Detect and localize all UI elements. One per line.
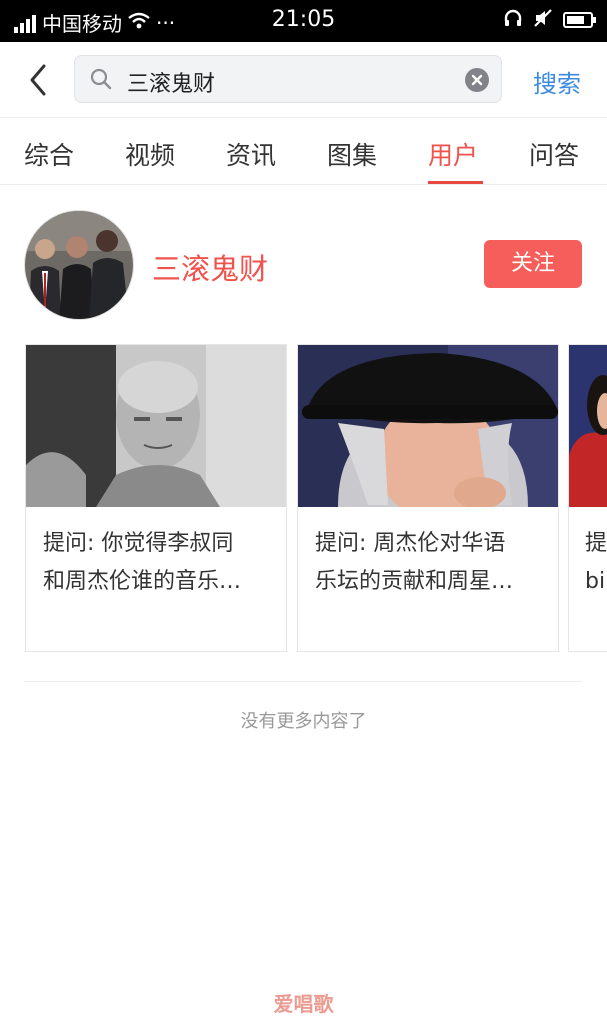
search-input[interactable]: 三滚鬼财 <box>74 55 502 103</box>
clear-icon[interactable] <box>465 68 489 92</box>
watermark: 爱唱歌 <box>273 992 334 1016</box>
back-button[interactable] <box>20 60 60 100</box>
category-tabs: 综合 视频 资讯 图集 用户 问答 <box>0 118 607 185</box>
tab-users[interactable]: 用户 <box>428 136 478 172</box>
status-bar: 中国移动 ··· 21:05 <box>0 0 607 42</box>
follow-button[interactable]: 关注 <box>484 240 582 288</box>
question-card[interactable]: 提问: 周杰伦对华语 乐坛的贡献和周星… <box>297 344 559 652</box>
tab-video[interactable]: 视频 <box>125 136 175 172</box>
card-title: 提问: 周杰伦对华语 乐坛的贡献和周星… <box>315 525 545 601</box>
no-more-content: 没有更多内容了 <box>240 711 367 732</box>
mute-icon <box>533 8 553 32</box>
search-button[interactable]: 搜索 <box>533 64 581 99</box>
card-title: 提问: 你觉得李叔同 和周杰伦谁的音乐… <box>43 525 273 601</box>
search-header: 三滚鬼财 搜索 <box>0 42 607 118</box>
card-image <box>569 345 607 507</box>
tab-qa[interactable]: 问答 <box>529 136 579 172</box>
card-title-line: 乐坛的贡献和周星… <box>315 569 514 594</box>
question-card[interactable]: 提问: 你觉得李叔同 和周杰伦谁的音乐… <box>25 344 287 652</box>
tab-news[interactable]: 资讯 <box>226 136 276 172</box>
battery-icon <box>563 12 596 28</box>
avatar-photo <box>25 211 133 319</box>
tab-comprehensive[interactable]: 综合 <box>24 136 74 172</box>
search-query: 三滚鬼财 <box>127 72 216 97</box>
card-title: 提 bi <box>585 525 607 601</box>
search-icon <box>90 68 112 90</box>
tab-gallery[interactable]: 图集 <box>327 136 377 172</box>
question-card[interactable]: 提 bi <box>568 344 607 652</box>
card-title-line: 提 <box>585 531 607 556</box>
card-title-line: bi <box>585 569 606 594</box>
divider <box>24 681 582 682</box>
card-title-line: 提问: 你觉得李叔同 <box>43 531 234 556</box>
headphone-icon <box>503 8 523 32</box>
card-title-line: 和周杰伦谁的音乐… <box>43 569 242 594</box>
active-tab-indicator <box>428 181 483 184</box>
card-title-line: 提问: 周杰伦对华语 <box>315 531 506 556</box>
card-image <box>26 345 286 507</box>
back-arrow-icon <box>30 64 46 96</box>
status-right <box>503 8 596 32</box>
user-avatar[interactable] <box>24 210 134 320</box>
user-name[interactable]: 三滚鬼财 <box>152 246 268 288</box>
card-image <box>298 345 558 507</box>
